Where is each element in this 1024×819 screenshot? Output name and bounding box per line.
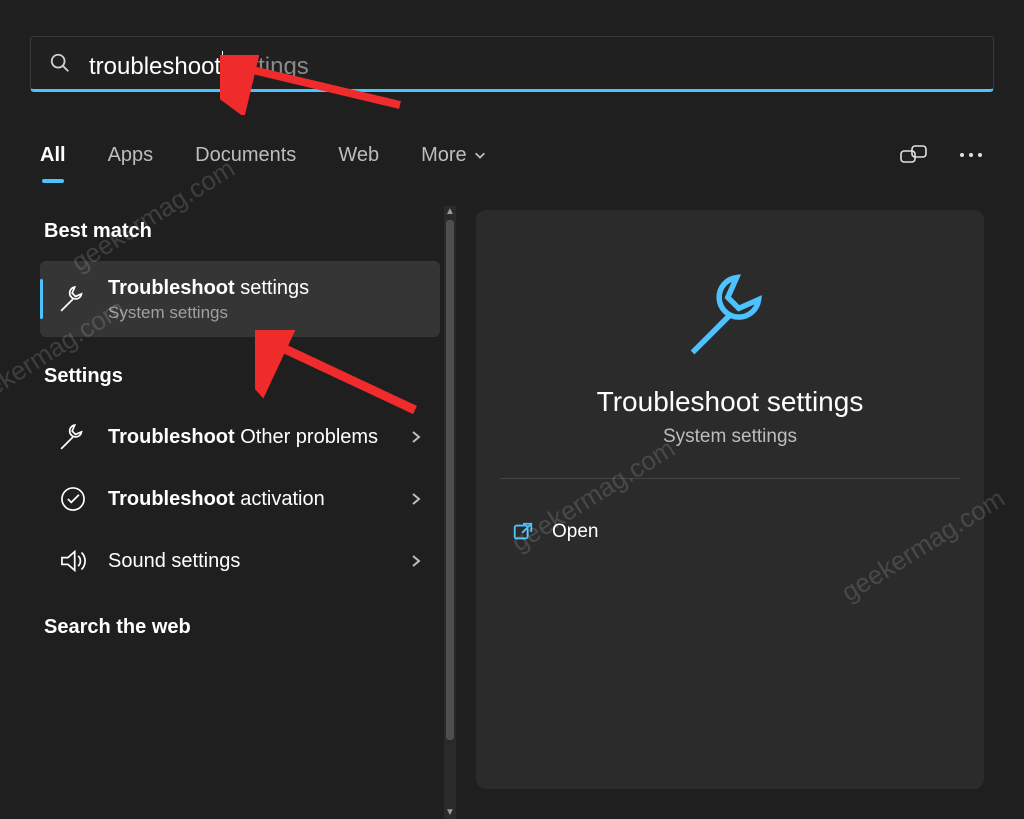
tab-documents[interactable]: Documents (195, 144, 296, 167)
result-title: Troubleshoot Other problems (108, 424, 378, 450)
search-typed-text: troubleshoot (89, 55, 221, 79)
tab-more-label: More (421, 144, 467, 167)
search-icon (49, 52, 71, 74)
wrench-icon (56, 420, 90, 454)
divider (500, 478, 960, 479)
sound-icon (56, 544, 90, 578)
result-title: Sound settings (108, 548, 240, 574)
more-options-icon[interactable] (958, 150, 984, 160)
result-title: Troubleshoot settings (108, 275, 309, 301)
scroll-down-arrow[interactable]: ▼ (444, 807, 456, 819)
tab-all[interactable]: All (40, 144, 66, 167)
text-cursor (222, 51, 223, 77)
detail-subtitle: System settings (476, 426, 984, 448)
detail-panel: Troubleshoot settings System settings Op… (476, 210, 984, 789)
action-open[interactable]: Open (476, 509, 984, 555)
search-input[interactable]: troubleshoot settings (89, 48, 309, 79)
section-settings: Settings (44, 365, 440, 388)
results-scrollbar[interactable]: ▲ ▼ (444, 206, 456, 819)
search-bar[interactable]: troubleshoot settings (30, 36, 994, 92)
check-circle-icon (56, 482, 90, 516)
scrollbar-thumb[interactable] (446, 220, 454, 740)
search-suggestion-text: settings (226, 55, 309, 79)
section-best-match: Best match (44, 220, 440, 243)
tab-more[interactable]: More (421, 144, 487, 167)
chevron-right-icon (408, 429, 424, 445)
chevron-down-icon (473, 148, 487, 162)
scroll-up-arrow[interactable]: ▲ (444, 206, 456, 218)
result-subtitle: System settings (108, 303, 309, 323)
detail-title: Troubleshoot settings (476, 386, 984, 418)
tab-web[interactable]: Web (338, 144, 379, 167)
wrench-icon (56, 282, 90, 316)
open-icon (512, 521, 534, 543)
section-search-web: Search the web (44, 616, 440, 639)
filter-tabs: All Apps Documents Web More (40, 130, 984, 180)
chevron-right-icon (408, 553, 424, 569)
tab-apps[interactable]: Apps (108, 144, 154, 167)
chat-icon[interactable] (900, 143, 928, 167)
wrench-icon (675, 260, 785, 370)
result-troubleshoot-settings[interactable]: Troubleshoot settings System settings (40, 261, 440, 337)
result-troubleshoot-other-problems[interactable]: Troubleshoot Other problems (40, 406, 440, 468)
action-open-label: Open (552, 521, 598, 543)
results-column: Best match Troubleshoot settings System … (40, 220, 440, 657)
result-title: Troubleshoot activation (108, 486, 325, 512)
chevron-right-icon (408, 491, 424, 507)
result-troubleshoot-activation[interactable]: Troubleshoot activation (40, 468, 440, 530)
result-sound-settings[interactable]: Sound settings (40, 530, 440, 592)
